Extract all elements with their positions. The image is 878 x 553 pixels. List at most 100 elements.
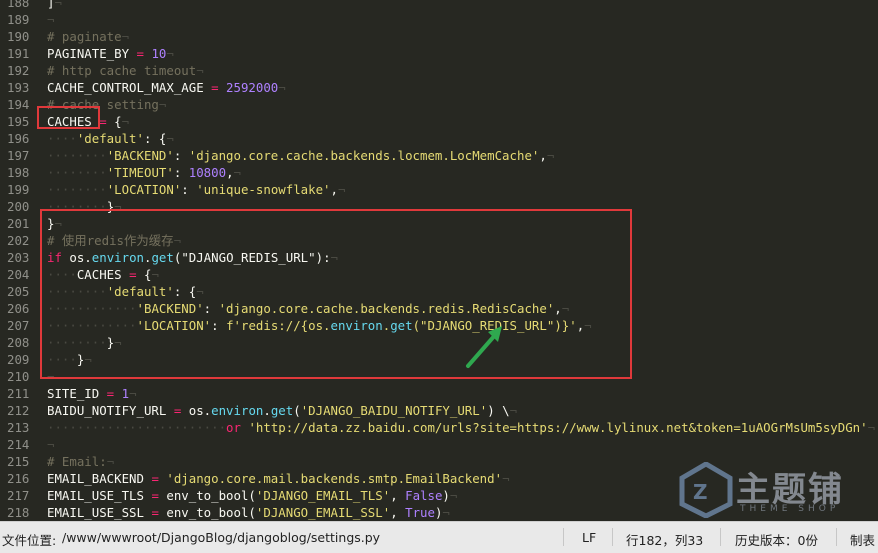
code-token: ¬ xyxy=(166,131,174,146)
highlight-box-redis-block xyxy=(40,209,632,379)
code-token: ¬ xyxy=(121,29,130,44)
line-number: 215 xyxy=(7,454,30,469)
code-line: 211 SITE_ID = 1¬ xyxy=(0,385,878,402)
code-line: 191 PAGINATE_BY = 10¬ xyxy=(0,45,878,62)
code-token: ¬ xyxy=(337,182,346,197)
code-token: 2592000 xyxy=(226,80,279,95)
line-number: 216 xyxy=(7,471,30,486)
code-text: ········'LOCATION': 'unique-snowflake',¬ xyxy=(47,181,345,198)
highlight-box-caches xyxy=(37,106,100,129)
line-number: 212 xyxy=(7,403,30,418)
code-token: EMAIL_USE_TLS xyxy=(47,488,144,503)
code-line: 194 # cache setting¬ xyxy=(0,96,878,113)
code-token: = xyxy=(99,386,122,401)
line-number: 193 xyxy=(7,80,30,95)
code-text: EMAIL_USE_SSL = env_to_bool('DJANGO_EMAI… xyxy=(47,504,450,521)
code-text: # Email:¬ xyxy=(47,453,114,470)
code-token: environ xyxy=(211,403,264,418)
code-token: = xyxy=(143,471,167,486)
code-token: 'DJANGO_BAIDU_NOTIFY_URL' xyxy=(300,403,488,418)
code-line: 199 ········'LOCATION': 'unique-snowflake… xyxy=(0,181,878,198)
zt-logo-icon: Z xyxy=(679,462,733,518)
code-token: # Email: xyxy=(47,454,107,469)
code-token: : xyxy=(173,148,189,163)
line-number: 217 xyxy=(7,488,30,503)
code-token: ¬ xyxy=(54,0,62,10)
code-token: ) xyxy=(442,488,450,503)
code-token: 1 xyxy=(121,386,130,401)
code-token: # paginate xyxy=(47,29,122,44)
code-token: 'DJANGO_EMAIL_SSL' xyxy=(255,505,391,520)
code-token: PAGINATE_BY xyxy=(47,46,130,61)
code-token: EMAIL_USE_SSL xyxy=(47,505,144,520)
code-token: = xyxy=(143,505,167,520)
code-token: 'django.core.cache.backends.locmem.LocMe… xyxy=(188,148,540,163)
code-text: ····'default': {¬ xyxy=(47,130,174,147)
code-token: ¬ xyxy=(47,437,55,452)
code-text: SITE_ID = 1¬ xyxy=(47,385,137,402)
line-number: 218 xyxy=(7,505,30,520)
code-line: 189 ¬ xyxy=(0,11,878,28)
code-line: 195 CACHES = {¬ xyxy=(0,113,878,130)
code-token: ···· xyxy=(47,131,77,146)
code-text: ························or 'http://data.… xyxy=(47,419,875,436)
code-token: CACHE_CONTROL_MAX_AGE xyxy=(47,80,204,95)
code-text: ········'BACKEND': 'django.core.cache.ba… xyxy=(47,147,554,164)
line-number: 197 xyxy=(7,148,30,163)
watermark-sub: THEME SHOP xyxy=(740,504,840,514)
line-number: 199 xyxy=(7,182,30,197)
code-token: 'DJANGO_EMAIL_TLS' xyxy=(255,488,391,503)
code-text: ¬ xyxy=(47,436,54,453)
code-token: ¬ xyxy=(546,148,555,163)
line-ending[interactable]: LF xyxy=(582,530,596,545)
code-token: BAIDU_NOTIFY_URL xyxy=(47,403,167,418)
line-number: 198 xyxy=(7,165,30,180)
code-text: ¬ xyxy=(47,11,54,28)
status-bar: 文件位置: /www/wwwroot/DjangoBlog/djangoblog… xyxy=(0,521,878,553)
code-line: 196 ····'default': {¬ xyxy=(0,130,878,147)
code-line: 190 # paginate¬ xyxy=(0,28,878,45)
code-token: 10800 xyxy=(188,165,227,180)
code-token: ) \ xyxy=(487,403,510,418)
code-token: ¬ xyxy=(233,165,241,180)
cursor-position[interactable]: 行182，列33 xyxy=(626,530,703,549)
line-number: 191 xyxy=(7,46,30,61)
history-versions[interactable]: 历史版本：0份 xyxy=(735,530,818,549)
code-token: , xyxy=(539,148,547,163)
code-token: env_to_bool( xyxy=(166,505,256,520)
code-token: env_to_bool( xyxy=(166,488,256,503)
code-line: 197 ········'BACKEND': 'django.core.cache… xyxy=(0,147,878,164)
code-token: , xyxy=(226,165,234,180)
code-token: ¬ xyxy=(502,471,510,486)
code-text: BAIDU_NOTIFY_URL = os.environ.get('DJANG… xyxy=(47,402,517,419)
svg-text:Z: Z xyxy=(693,480,708,504)
code-token: ¬ xyxy=(278,80,286,95)
code-text: EMAIL_USE_TLS = env_to_bool('DJANGO_EMAI… xyxy=(47,487,457,504)
code-token: ( xyxy=(293,403,301,418)
code-token: ········ xyxy=(47,148,107,163)
code-token: ¬ xyxy=(129,386,137,401)
code-line: 198 ········'TIMEOUT': 10800,¬ xyxy=(0,164,878,181)
code-token: ¬ xyxy=(121,114,130,129)
code-text: CACHE_CONTROL_MAX_AGE = 2592000¬ xyxy=(47,79,286,96)
code-token: : { xyxy=(143,131,167,146)
code-text: PAGINATE_BY = 10¬ xyxy=(47,45,174,62)
code-token: ¬ xyxy=(196,63,204,78)
code-token: 'LOCATION' xyxy=(106,182,182,197)
file-path: /www/wwwroot/DjangoBlog/djangoblog/setti… xyxy=(62,530,381,545)
code-token: ¬ xyxy=(867,420,876,435)
code-token: ¬ xyxy=(47,12,55,27)
code-token: 'BACKEND' xyxy=(106,148,174,163)
line-number: 192 xyxy=(7,63,30,78)
code-token: 'django.core.mail.backends.smtp.EmailBac… xyxy=(166,471,503,486)
code-token: 10 xyxy=(151,46,167,61)
code-token: = xyxy=(143,488,167,503)
green-arrow-icon xyxy=(466,326,502,368)
code-token: ¬ xyxy=(106,454,115,469)
code-token: False xyxy=(405,488,443,503)
code-text: ········'TIMEOUT': 10800,¬ xyxy=(47,164,241,181)
code-text: ]¬ xyxy=(47,0,62,11)
code-line: 192 # http cache timeout¬ xyxy=(0,62,878,79)
code-token: : xyxy=(181,182,197,197)
tab-setting[interactable]: 制表 xyxy=(850,530,875,549)
